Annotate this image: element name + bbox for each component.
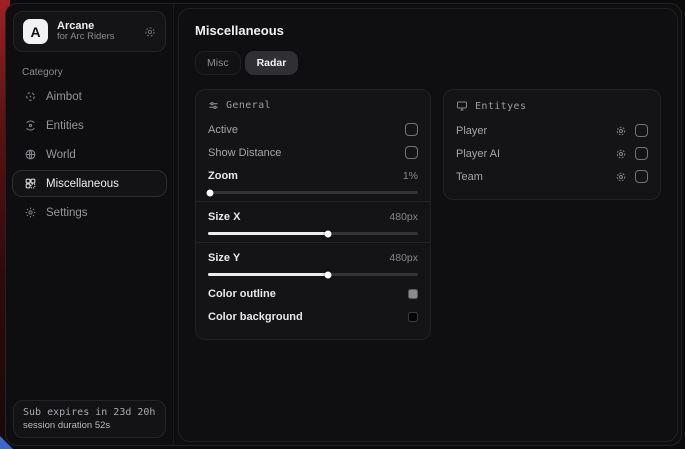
main-content: Miscellaneous Misc Radar General Active: [178, 8, 678, 442]
sidebar-item-aimbot[interactable]: Aimbot: [12, 83, 167, 110]
active-checkbox[interactable]: [405, 123, 418, 136]
player-config-gear-icon[interactable]: [615, 125, 627, 137]
general-panel-header: General: [208, 100, 418, 111]
entities-panel-title: Entityes: [475, 101, 526, 112]
player-checkbox[interactable]: [635, 124, 648, 137]
entity-label: Player AI: [456, 148, 500, 160]
sidebar-item-label: World: [46, 149, 76, 161]
color-outline-swatch[interactable]: [408, 289, 418, 299]
sliders-icon: [208, 100, 219, 111]
toggle-row-show-distance: Show Distance: [208, 142, 418, 163]
slider-label: Size Y: [208, 252, 240, 264]
page-title: Miscellaneous: [195, 23, 661, 38]
color-row-background: Color background: [208, 306, 418, 327]
size-y-slider-thumb[interactable]: [324, 271, 331, 278]
zoom-slider-thumb[interactable]: [207, 189, 214, 196]
toggle-label: Show Distance: [208, 147, 281, 159]
size-y-slider-fill: [208, 273, 328, 276]
color-row-outline: Color outline: [208, 283, 418, 304]
sidebar-item-label: Miscellaneous: [46, 178, 119, 190]
sidebar-item-label: Aimbot: [46, 91, 82, 103]
entity-row-player-ai: Player AI: [456, 143, 648, 164]
sidebar-item-entities[interactable]: Entities: [12, 112, 167, 139]
player-ai-checkbox[interactable]: [635, 147, 648, 160]
tab-bar: Misc Radar: [195, 51, 661, 75]
team-config-gear-icon[interactable]: [615, 171, 627, 183]
category-label: Category: [22, 67, 173, 78]
sidebar-nav: Aimbot Entities World: [6, 82, 173, 227]
general-panel-title: General: [226, 100, 271, 111]
show-distance-checkbox[interactable]: [405, 146, 418, 159]
sidebar: A Arcane for Arc Riders Category Aimbot: [6, 4, 174, 445]
sidebar-item-settings[interactable]: Settings: [12, 199, 167, 226]
sidebar-item-label: Entities: [46, 120, 84, 132]
entity-row-player: Player: [456, 120, 648, 141]
tab-radar[interactable]: Radar: [245, 51, 299, 75]
app-subtitle: for Arc Riders: [57, 32, 135, 43]
subscription-card: Sub expires in 23d 20h session duration …: [13, 400, 166, 438]
color-label: Color background: [208, 311, 303, 323]
grid-icon: [23, 177, 37, 190]
session-duration-text: session duration 52s: [23, 420, 156, 431]
toggle-row-active: Active: [208, 119, 418, 140]
entity-row-team: Team: [456, 166, 648, 187]
color-background-swatch[interactable]: [408, 312, 418, 322]
entity-label: Player: [456, 125, 487, 137]
entities-icon: [23, 119, 37, 132]
app-window: A Arcane for Arc Riders Category Aimbot: [5, 3, 682, 446]
brand-text: Arcane for Arc Riders: [57, 20, 135, 44]
toggle-label: Active: [208, 124, 238, 136]
team-checkbox[interactable]: [635, 170, 648, 183]
crosshair-icon: [23, 90, 37, 103]
general-panel: General Active Show Distance Zoom 1%: [195, 89, 431, 340]
size-x-slider-thumb[interactable]: [324, 230, 331, 237]
slider-row-size-x: Size X 480px: [208, 206, 418, 227]
divider: [196, 201, 430, 202]
brand-settings-icon[interactable]: [144, 26, 156, 38]
app-logo: A: [23, 19, 48, 44]
gear-icon: [23, 206, 37, 219]
slider-value: 480px: [389, 211, 418, 223]
sidebar-item-miscellaneous[interactable]: Miscellaneous: [12, 170, 167, 197]
sidebar-item-label: Settings: [46, 207, 88, 219]
size-x-slider[interactable]: [208, 232, 418, 235]
slider-label: Zoom: [208, 170, 238, 182]
size-x-slider-fill: [208, 232, 328, 235]
color-label: Color outline: [208, 288, 276, 300]
slider-value: 480px: [389, 252, 418, 264]
tab-misc[interactable]: Misc: [195, 51, 241, 75]
panels-row: General Active Show Distance Zoom 1%: [195, 89, 661, 340]
brand-card: A Arcane for Arc Riders: [13, 11, 166, 52]
entity-label: Team: [456, 171, 483, 183]
monitor-icon: [456, 100, 468, 112]
slider-row-zoom: Zoom 1%: [208, 165, 418, 186]
entities-panel: Entityes Player Player AI: [443, 89, 661, 200]
size-y-slider[interactable]: [208, 273, 418, 276]
zoom-slider[interactable]: [208, 191, 418, 194]
slider-row-size-y: Size Y 480px: [208, 247, 418, 268]
sidebar-item-world[interactable]: World: [12, 141, 167, 168]
slider-value: 1%: [403, 170, 418, 182]
globe-icon: [23, 148, 37, 161]
slider-label: Size X: [208, 211, 240, 223]
player-ai-config-gear-icon[interactable]: [615, 148, 627, 160]
entities-panel-header: Entityes: [456, 100, 648, 112]
sub-expiry-text: Sub expires in 23d 20h: [23, 407, 156, 418]
divider: [196, 242, 430, 243]
